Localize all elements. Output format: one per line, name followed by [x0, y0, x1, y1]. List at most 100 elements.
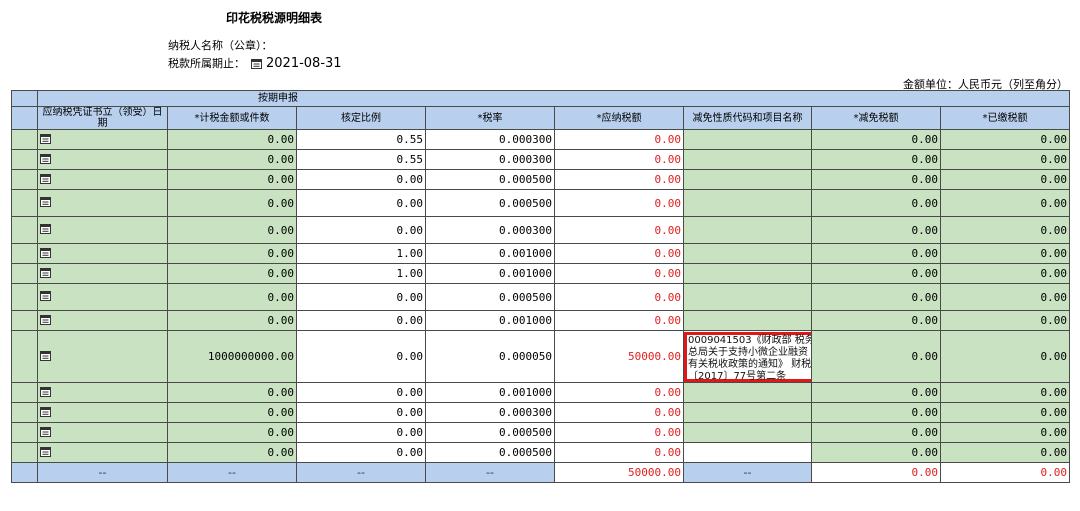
relief-code-cell[interactable]	[683, 442, 812, 463]
reduction-cell[interactable]: 0.00	[811, 422, 941, 443]
paid-cell[interactable]: 0.00	[940, 189, 1070, 217]
paid-cell[interactable]: 0.00	[940, 129, 1070, 150]
table-row: 0.00 0.00 0.000500 0.00 0.00 0.00	[11, 442, 1070, 463]
row-indicator	[11, 283, 38, 311]
table-row: 0.00 1.00 0.001000 0.00 0.00 0.00	[11, 243, 1070, 264]
paid-cell[interactable]: 0.00	[940, 422, 1070, 443]
relief-code-cell[interactable]	[683, 263, 812, 284]
amount-cell[interactable]: 0.00	[167, 283, 297, 311]
calendar-icon[interactable]	[40, 406, 51, 420]
relief-code-cell[interactable]	[683, 310, 812, 331]
amount-cell[interactable]: 0.00	[167, 129, 297, 150]
reduction-cell[interactable]: 0.00	[811, 442, 941, 463]
row-indicator	[11, 189, 38, 217]
paid-cell[interactable]: 0.00	[940, 402, 1070, 423]
amount-cell[interactable]: 0.00	[167, 189, 297, 217]
ratio-cell: 0.00	[296, 330, 426, 383]
date-cell[interactable]	[37, 263, 168, 284]
amount-cell[interactable]: 1000000000.00	[167, 330, 297, 383]
relief-code-cell[interactable]	[683, 149, 812, 170]
calendar-icon[interactable]	[40, 197, 51, 210]
relief-code-cell[interactable]	[683, 402, 812, 423]
calendar-icon[interactable]	[40, 446, 51, 460]
date-cell[interactable]	[37, 382, 168, 403]
group-header-periodic: 按期申报	[37, 90, 1070, 107]
date-cell[interactable]	[37, 442, 168, 463]
tax-due-cell: 0.00	[554, 129, 684, 150]
amount-cell[interactable]: 0.00	[167, 216, 297, 244]
calendar-icon[interactable]	[40, 426, 51, 440]
relief-code-cell[interactable]	[683, 243, 812, 264]
date-cell[interactable]	[37, 129, 168, 150]
reduction-cell[interactable]: 0.00	[811, 263, 941, 284]
paid-cell[interactable]: 0.00	[940, 149, 1070, 170]
reduction-cell[interactable]: 0.00	[811, 129, 941, 150]
relief-code-cell[interactable]	[683, 129, 812, 150]
paid-cell[interactable]: 0.00	[940, 263, 1070, 284]
reduction-cell[interactable]: 0.00	[811, 149, 941, 170]
paid-cell[interactable]: 0.00	[940, 243, 1070, 264]
date-cell[interactable]	[37, 169, 168, 190]
total-row: -- -- -- -- 50000.00 -- 0.00 0.00	[11, 462, 1070, 483]
reduction-cell[interactable]: 0.00	[811, 169, 941, 190]
amount-cell[interactable]: 0.00	[167, 243, 297, 264]
date-cell[interactable]	[37, 310, 168, 331]
amount-cell[interactable]: 0.00	[167, 422, 297, 443]
reduction-cell[interactable]: 0.00	[811, 310, 941, 331]
paid-cell[interactable]: 0.00	[940, 283, 1070, 311]
paid-cell[interactable]: 0.00	[940, 382, 1070, 403]
relief-code-cell[interactable]	[683, 169, 812, 190]
reduction-cell[interactable]: 0.00	[811, 216, 941, 244]
date-cell[interactable]	[37, 243, 168, 264]
calendar-icon[interactable]	[40, 133, 51, 147]
date-cell[interactable]	[37, 283, 168, 311]
amount-cell[interactable]: 0.00	[167, 169, 297, 190]
reduction-cell[interactable]: 0.00	[811, 189, 941, 217]
amount-cell[interactable]: 0.00	[167, 149, 297, 170]
date-cell[interactable]	[37, 149, 168, 170]
calendar-icon[interactable]	[40, 314, 51, 328]
rate-cell: 0.001000	[425, 382, 555, 403]
table-row: 0.00 0.00 0.001000 0.00 0.00 0.00	[11, 382, 1070, 403]
relief-code-cell[interactable]	[683, 216, 812, 244]
relief-code-cell[interactable]	[683, 283, 812, 311]
calendar-icon[interactable]	[40, 224, 51, 237]
date-cell[interactable]	[37, 402, 168, 423]
calendar-icon[interactable]	[40, 247, 51, 261]
amount-cell[interactable]: 0.00	[167, 310, 297, 331]
calendar-icon[interactable]	[40, 291, 51, 304]
amount-cell[interactable]: 0.00	[167, 402, 297, 423]
total-tax-due: 50000.00	[554, 462, 684, 483]
relief-code-cell[interactable]	[683, 189, 812, 217]
date-cell[interactable]	[37, 330, 168, 383]
calendar-icon[interactable]	[251, 58, 262, 69]
amount-cell[interactable]: 0.00	[167, 382, 297, 403]
calendar-icon[interactable]	[40, 153, 51, 167]
reduction-cell[interactable]: 0.00	[811, 330, 941, 383]
paid-cell[interactable]: 0.00	[940, 216, 1070, 244]
date-cell[interactable]	[37, 422, 168, 443]
relief-code-cell[interactable]	[683, 382, 812, 403]
date-cell[interactable]	[37, 189, 168, 217]
calendar-icon[interactable]	[40, 267, 51, 281]
amount-cell[interactable]: 0.00	[167, 442, 297, 463]
relief-code-cell[interactable]	[683, 422, 812, 443]
total-date: --	[37, 462, 168, 483]
tax-due-cell: 0.00	[554, 189, 684, 217]
paid-cell[interactable]: 0.00	[940, 442, 1070, 463]
reduction-cell[interactable]: 0.00	[811, 402, 941, 423]
date-cell[interactable]	[37, 216, 168, 244]
amount-cell[interactable]: 0.00	[167, 263, 297, 284]
calendar-icon[interactable]	[40, 350, 51, 364]
paid-cell[interactable]: 0.00	[940, 330, 1070, 383]
reduction-cell[interactable]: 0.00	[811, 243, 941, 264]
calendar-icon[interactable]	[40, 386, 51, 400]
reduction-cell[interactable]: 0.00	[811, 283, 941, 311]
paid-cell[interactable]: 0.00	[940, 310, 1070, 331]
ratio-cell: 0.00	[296, 402, 426, 423]
tax-period-value[interactable]: 2021-08-31	[266, 56, 342, 71]
calendar-icon[interactable]	[40, 173, 51, 187]
paid-cell[interactable]: 0.00	[940, 169, 1070, 190]
relief-code-cell[interactable]: 0009041503《财政部 税务总局关于支持小微企业融资有关税收政策的通知》 …	[683, 330, 812, 383]
reduction-cell[interactable]: 0.00	[811, 382, 941, 403]
